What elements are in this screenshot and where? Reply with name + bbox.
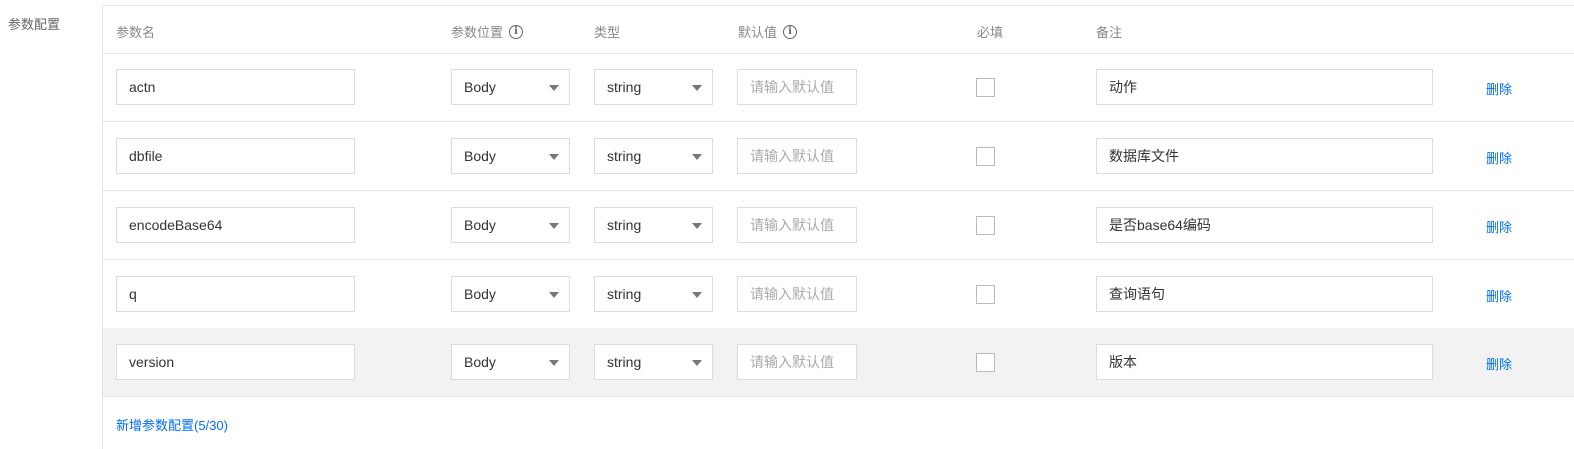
type-select[interactable]: string [594, 344, 713, 380]
header-remark: 备注 [1096, 25, 1123, 40]
param-config-table: 参数名 参数位置 i 类型 默认值 i 必填 备注 actn Body stri… [102, 5, 1574, 449]
header-name: 参数名 [116, 25, 156, 40]
type-select[interactable]: string [594, 138, 713, 174]
param-name-input[interactable]: encodeBase64 [116, 207, 355, 243]
position-value: Body [464, 148, 496, 164]
chevron-down-icon [692, 292, 702, 298]
required-checkbox[interactable] [976, 216, 995, 235]
chevron-down-icon [549, 292, 559, 298]
type-value: string [607, 286, 642, 302]
required-checkbox[interactable] [976, 147, 995, 166]
remark-input[interactable]: 是否base64编码 [1096, 207, 1433, 243]
delete-button[interactable]: 删除 [1486, 148, 1512, 167]
chevron-down-icon [692, 154, 702, 160]
chevron-down-icon [692, 85, 702, 91]
position-select[interactable]: Body [451, 207, 570, 243]
type-value: string [607, 79, 642, 95]
chevron-down-icon [692, 360, 702, 366]
info-icon[interactable]: i [509, 24, 524, 39]
param-name-input[interactable]: q [116, 276, 355, 312]
remark-input[interactable]: 动作 [1096, 69, 1433, 105]
default-value-input[interactable]: 请输入默认值 [737, 276, 857, 312]
remark-input[interactable]: 数据库文件 [1096, 138, 1433, 174]
table-row: actn Body string 请输入默认值 动作 删除 [103, 53, 1574, 122]
chevron-down-icon [692, 223, 702, 229]
position-value: Body [464, 286, 496, 302]
add-param-link[interactable]: 新增参数配置(5/30) [116, 415, 228, 434]
type-value: string [607, 148, 642, 164]
chevron-down-icon [549, 223, 559, 229]
default-value-input[interactable]: 请输入默认值 [737, 207, 857, 243]
table-header: 参数名 参数位置 i 类型 默认值 i 必填 备注 [103, 6, 1574, 54]
section-label: 参数配置 [8, 17, 61, 32]
header-required: 必填 [977, 25, 1004, 40]
header-position: 参数位置 i [451, 22, 524, 41]
required-checkbox[interactable] [976, 285, 995, 304]
position-value: Body [464, 217, 496, 233]
type-value: string [607, 217, 642, 233]
position-select[interactable]: Body [451, 344, 570, 380]
header-type: 类型 [594, 25, 621, 40]
param-name-input[interactable]: actn [116, 69, 355, 105]
table-row: encodeBase64 Body string 请输入默认值 是否base64… [103, 191, 1574, 260]
delete-button[interactable]: 删除 [1486, 354, 1512, 373]
default-value-input[interactable]: 请输入默认值 [737, 69, 857, 105]
position-select[interactable]: Body [451, 276, 570, 312]
type-select[interactable]: string [594, 207, 713, 243]
delete-button[interactable]: 删除 [1486, 286, 1512, 305]
position-value: Body [464, 354, 496, 370]
table-row: q Body string 请输入默认值 查询语句 删除 [103, 260, 1574, 329]
param-name-input[interactable]: dbfile [116, 138, 355, 174]
default-value-input[interactable]: 请输入默认值 [737, 344, 857, 380]
type-select[interactable]: string [594, 69, 713, 105]
position-select[interactable]: Body [451, 138, 570, 174]
position-select[interactable]: Body [451, 69, 570, 105]
delete-button[interactable]: 删除 [1486, 79, 1512, 98]
table-row: version Body string 请输入默认值 版本 删除 [103, 328, 1574, 397]
param-name-input[interactable]: version [116, 344, 355, 380]
info-icon[interactable]: i [783, 24, 798, 39]
type-select[interactable]: string [594, 276, 713, 312]
remark-input[interactable]: 查询语句 [1096, 276, 1433, 312]
header-default: 默认值 i [738, 22, 798, 41]
table-row: dbfile Body string 请输入默认值 数据库文件 删除 [103, 122, 1574, 191]
chevron-down-icon [549, 360, 559, 366]
required-checkbox[interactable] [976, 78, 995, 97]
required-checkbox[interactable] [976, 353, 995, 372]
chevron-down-icon [549, 154, 559, 160]
position-value: Body [464, 79, 496, 95]
chevron-down-icon [549, 85, 559, 91]
default-value-input[interactable]: 请输入默认值 [737, 138, 857, 174]
remark-input[interactable]: 版本 [1096, 344, 1433, 380]
type-value: string [607, 354, 642, 370]
delete-button[interactable]: 删除 [1486, 217, 1512, 236]
